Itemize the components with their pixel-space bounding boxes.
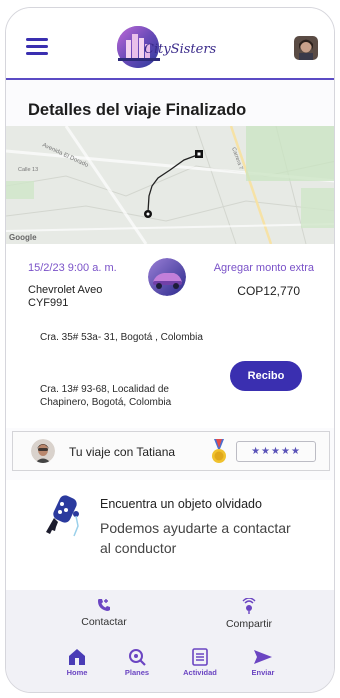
map-street-label: Calle 13 (18, 167, 38, 173)
share-label: Compartir (225, 618, 273, 630)
list-icon (192, 648, 208, 666)
trip-details: 15/2/23 9:00 a. m. Agregar monto extra C… (6, 244, 334, 428)
receipt-button[interactable]: Recibo (230, 361, 302, 391)
car-plate: CYF991 (28, 297, 69, 309)
nav-planes-label: Planes (124, 668, 150, 677)
nav-planes[interactable]: Planes (110, 648, 164, 677)
nav-home-label: Home (66, 668, 88, 677)
add-extra-amount-link[interactable]: Agregar monto extra (214, 262, 314, 274)
key-icon (40, 492, 84, 538)
phone-frame: CitySisters Detalles del viaje Finalizad… (5, 7, 335, 693)
lost-object-section[interactable]: Encuentra un objeto olvidado Podemos ayu… (6, 480, 334, 590)
brand-logo: CitySisters (114, 22, 244, 72)
nav-enviar[interactable]: Enviar (236, 648, 290, 677)
nav-home[interactable]: Home (50, 648, 104, 677)
nav-enviar-label: Enviar (251, 668, 275, 677)
phone-call-icon (98, 599, 110, 611)
contact-button[interactable]: Contactar (54, 590, 154, 642)
broadcast-icon (242, 598, 256, 614)
bottom-nav: Home Planes Actividad Enviar (6, 642, 334, 692)
menu-icon[interactable] (26, 38, 48, 55)
lost-object-title: Encuentra un objeto olvidado (100, 497, 262, 511)
trip-actions: Contactar Compartir (6, 590, 334, 642)
driver-row: Tu viaje con Tatiana ★★★★★ (12, 431, 330, 471)
route-map[interactable]: Avenida El Dorado Calle 13 Carrera 7 Goo… (6, 125, 334, 245)
search-location-icon (129, 649, 146, 666)
destination-address: Cra. 13# 93-68, Localidad de Chapinero, … (40, 384, 172, 408)
home-icon (69, 649, 85, 665)
app-header: CitySisters (6, 8, 334, 80)
driver-name-label: Tu viaje con Tatiana (69, 445, 176, 459)
lost-object-subtitle: Podemos ayudarte a contactar al conducto… (100, 520, 291, 556)
medal-icon (211, 439, 227, 465)
page-title: Detalles del viaje Finalizado (28, 101, 247, 119)
trip-price: COP12,770 (237, 284, 300, 298)
brand-name: CitySisters (144, 42, 217, 57)
car-avatar (148, 258, 186, 296)
trip-datetime: 15/2/23 9:00 a. m. (28, 262, 117, 274)
share-button[interactable]: Compartir (199, 590, 299, 642)
driver-avatar (31, 439, 55, 463)
origin-address: Cra. 35# 53a- 31, Bogotá , Colombia (40, 332, 203, 343)
car-model: Chevrolet Aveo (28, 284, 103, 296)
nav-actividad-label: Actividad (183, 668, 217, 677)
user-avatar[interactable] (294, 36, 318, 60)
nav-actividad[interactable]: Actividad (173, 648, 227, 677)
rating-stars: ★★★★★ (236, 441, 316, 462)
google-logo: Google (9, 233, 37, 242)
contact-label: Contactar (81, 616, 127, 628)
send-icon (254, 650, 272, 664)
